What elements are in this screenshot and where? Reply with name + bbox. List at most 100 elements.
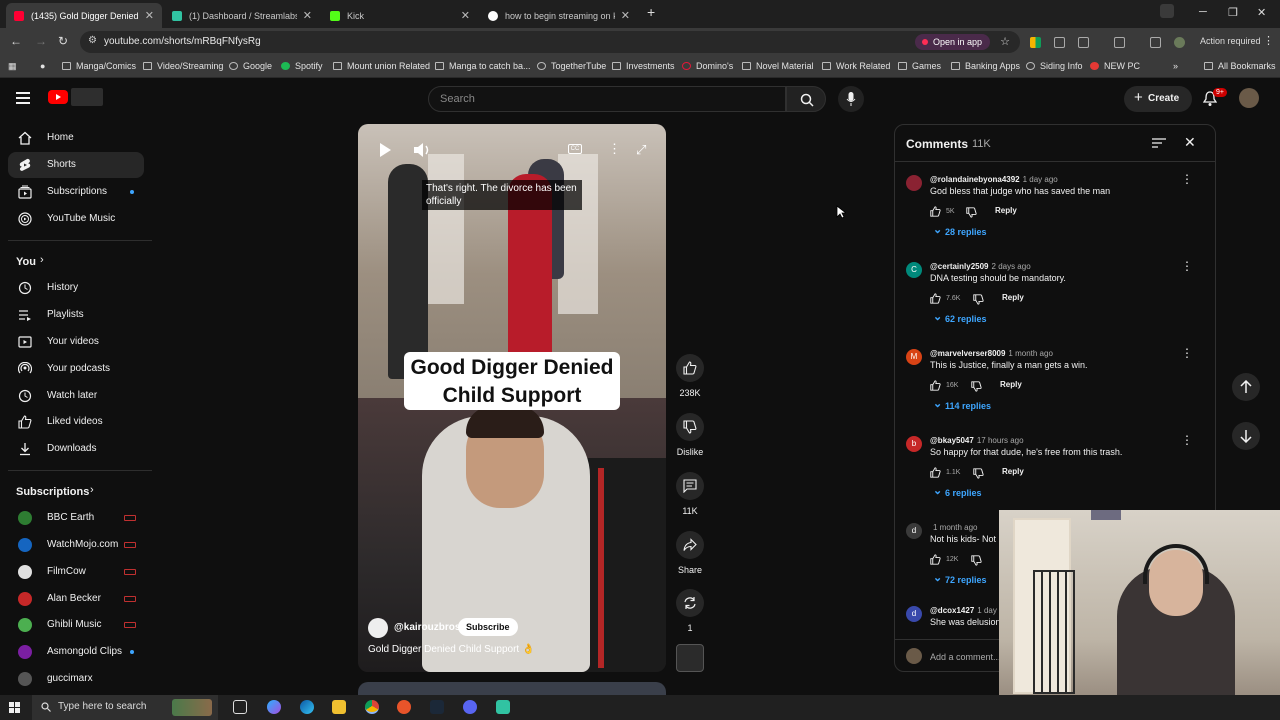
comment-more-icon[interactable]: ⋮ [1181, 172, 1193, 186]
thumbs-down-icon[interactable] [966, 207, 977, 218]
close-tab-icon[interactable]: ✕ [303, 9, 312, 22]
voice-search-button[interactable] [838, 86, 864, 112]
chrome-browser-icon[interactable] [365, 700, 379, 714]
thumbs-up-icon[interactable] [930, 380, 941, 391]
bookmark-favicon-icon[interactable]: ● [40, 61, 45, 71]
subscription-asmongold-clips[interactable]: Asmongold Clips [8, 639, 144, 665]
forward-arrow-icon[interactable]: → [35, 34, 47, 48]
close-tab-icon[interactable]: ✕ [145, 9, 154, 22]
subscription-guccimarx[interactable]: guccimarx [8, 666, 144, 692]
edge-browser-icon[interactable] [300, 700, 314, 714]
comments-button[interactable] [676, 472, 704, 500]
sort-icon[interactable] [1152, 138, 1166, 148]
search-button[interactable] [786, 86, 826, 112]
comment-author[interactable]: 1 month ago [930, 523, 977, 532]
more-options-icon[interactable]: ⋮ [608, 141, 621, 157]
browser-tab-kick[interactable]: Kick ✕ [322, 3, 478, 28]
shorts-video-player[interactable]: That's right. The divorce has been offic… [358, 124, 666, 672]
dislike-button[interactable] [676, 413, 704, 441]
create-button[interactable]: Create [1124, 86, 1192, 112]
steam-icon[interactable] [430, 700, 444, 714]
browser-tab-youtube[interactable]: (1435) Gold Digger Denied Chi ✕ [6, 3, 162, 28]
like-button[interactable] [676, 354, 704, 382]
bookmark-link[interactable]: Google [229, 61, 272, 71]
sidebar-subscriptions-heading[interactable]: Subscriptions › [8, 479, 144, 505]
audio-track-thumbnail[interactable] [676, 644, 704, 672]
thumbs-down-icon[interactable] [973, 468, 984, 479]
comment-more-icon[interactable]: ⋮ [1181, 346, 1193, 360]
sidebar-item-shorts[interactable]: Shorts [8, 152, 144, 178]
view-replies-button[interactable]: 28 replies [933, 223, 986, 237]
sidebar-item-watch-later[interactable]: Watch later [8, 383, 144, 409]
subscription-filmcow[interactable]: FilmCow [8, 559, 144, 585]
bookmark-folder[interactable]: Investments [612, 61, 675, 71]
thumbs-down-icon[interactable] [973, 294, 984, 305]
search-input[interactable]: Search [428, 86, 786, 112]
bookmark-link[interactable]: Siding Info [1026, 61, 1083, 71]
bookmark-folder[interactable]: Video/Streaming [143, 61, 223, 71]
apps-grid-icon[interactable]: ▦ [8, 61, 17, 72]
view-replies-button[interactable]: 72 replies [933, 571, 986, 585]
obs-icon[interactable] [397, 700, 411, 714]
bookmark-link[interactable]: Spotify [281, 61, 323, 71]
all-bookmarks-folder[interactable]: All Bookmarks [1204, 61, 1276, 71]
streamlabs-icon[interactable] [496, 700, 510, 714]
commenter-avatar[interactable]: C [906, 262, 922, 278]
comment-author[interactable]: @dcox1427 1 day [930, 606, 997, 615]
split-view-icon[interactable] [1114, 37, 1125, 48]
previous-short-button[interactable] [1232, 373, 1260, 401]
channel-name[interactable]: @kairouzbros [394, 622, 460, 633]
new-tab-button[interactable]: + [647, 4, 655, 20]
downloads-icon[interactable] [1150, 37, 1161, 48]
reply-button[interactable]: Reply [1000, 380, 1022, 389]
reply-button[interactable]: Reply [1002, 467, 1024, 476]
video-description[interactable]: Gold Digger Denied Child Support 👌 [368, 644, 534, 655]
bookmark-folder[interactable]: Novel Material [742, 61, 814, 71]
sidebar-item-subscriptions[interactable]: Subscriptions [8, 179, 144, 205]
site-info-icon[interactable]: ⚙ [88, 35, 97, 46]
discord-icon[interactable] [463, 700, 477, 714]
back-arrow-icon[interactable]: ← [10, 34, 22, 48]
file-explorer-icon[interactable] [332, 700, 346, 714]
sidebar-item-your-podcasts[interactable]: Your podcasts [8, 356, 144, 382]
closed-captions-button[interactable]: CC [568, 144, 582, 154]
comment-more-icon[interactable]: ⋮ [1181, 433, 1193, 447]
bookmark-star-icon[interactable]: ☆ [1000, 35, 1010, 48]
comment-more-icon[interactable]: ⋮ [1181, 259, 1193, 273]
copilot-icon[interactable] [267, 700, 281, 714]
next-short-button[interactable] [1232, 422, 1260, 450]
comment-author[interactable]: @marvelverser8009 1 month ago [930, 349, 1053, 358]
commenter-avatar[interactable]: b [906, 436, 922, 452]
address-bar[interactable]: ⚙ youtube.com/shorts/mRBqFNfysRg Open in… [80, 31, 1020, 53]
puzzle-extensions-icon[interactable] [1078, 37, 1089, 48]
bookmark-folder[interactable]: Manga/Comics [62, 61, 136, 71]
browser-menu-icon[interactable]: ⋮ [1263, 34, 1274, 47]
sidebar-item-history[interactable]: History [8, 275, 144, 301]
thumbs-down-icon[interactable] [971, 555, 982, 566]
windows-start-icon[interactable] [9, 702, 20, 713]
remix-button[interactable] [676, 589, 704, 617]
youtube-logo-icon[interactable] [48, 90, 68, 104]
bookmark-link[interactable]: Domino's [682, 61, 733, 71]
browser-tab-google-search[interactable]: how to begin streaming on kic ✕ [480, 3, 638, 28]
volume-icon[interactable] [412, 142, 432, 158]
subscription-alan-becker[interactable]: Alan Becker [8, 586, 144, 612]
close-tab-icon[interactable]: ✕ [461, 9, 470, 22]
commenter-avatar[interactable]: d [906, 606, 922, 622]
sidebar-item-playlists[interactable]: Playlists [8, 302, 144, 328]
play-icon[interactable] [380, 143, 391, 157]
reply-button[interactable]: Reply [995, 206, 1017, 215]
extension-icon[interactable] [1054, 37, 1065, 48]
account-avatar[interactable] [1239, 88, 1259, 108]
bookmark-folder[interactable]: Work Related [822, 61, 890, 71]
thumbs-down-icon[interactable] [971, 381, 982, 392]
subscription-ghibli-music[interactable]: Ghibli Music [8, 612, 144, 638]
share-button[interactable] [676, 531, 704, 559]
view-replies-button[interactable]: 6 replies [933, 484, 981, 498]
comment-author[interactable]: @certainly2509 2 days ago [930, 262, 1031, 271]
sidebar-item-youtube-music[interactable]: YouTube Music [8, 206, 144, 232]
action-required-button[interactable]: Action required [1200, 36, 1261, 46]
browser-tab-streamlabs[interactable]: (1) Dashboard / Streamlabs ✕ [164, 3, 320, 28]
thumbs-up-icon[interactable] [930, 293, 941, 304]
commenter-avatar[interactable]: d [906, 523, 922, 539]
